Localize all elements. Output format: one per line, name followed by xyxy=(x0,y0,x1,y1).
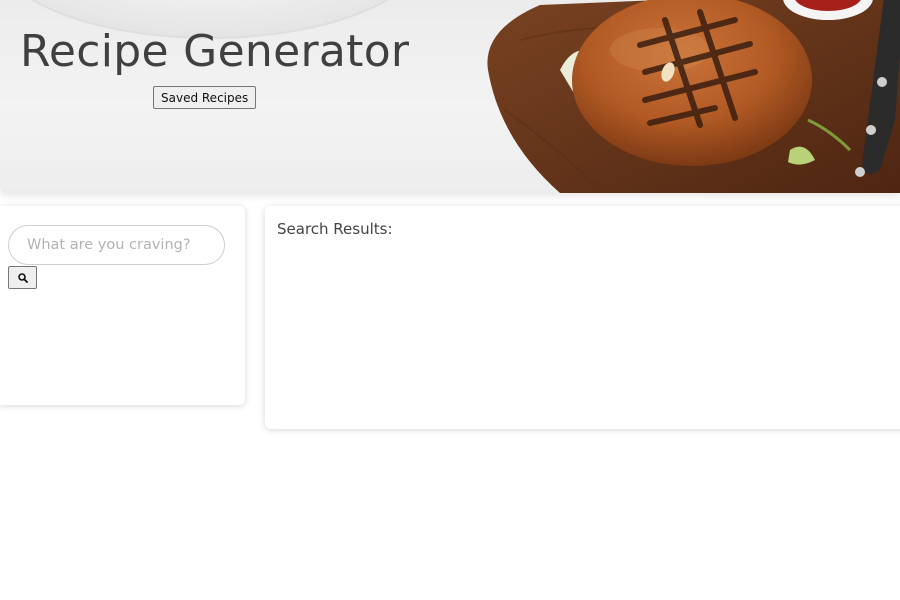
results-heading: Search Results: xyxy=(277,220,393,238)
page-title: Recipe Generator xyxy=(20,26,410,77)
search-input[interactable] xyxy=(8,225,225,265)
search-button[interactable] xyxy=(8,266,37,289)
results-panel: Search Results: xyxy=(265,206,900,429)
search-panel xyxy=(0,206,245,405)
hero-banner: Recipe Generator Saved Recipes xyxy=(0,0,900,193)
search-icon xyxy=(17,272,28,283)
saved-recipes-button[interactable]: Saved Recipes xyxy=(153,86,257,109)
page: Recipe Generator Saved Recipes Search Re… xyxy=(0,0,900,600)
